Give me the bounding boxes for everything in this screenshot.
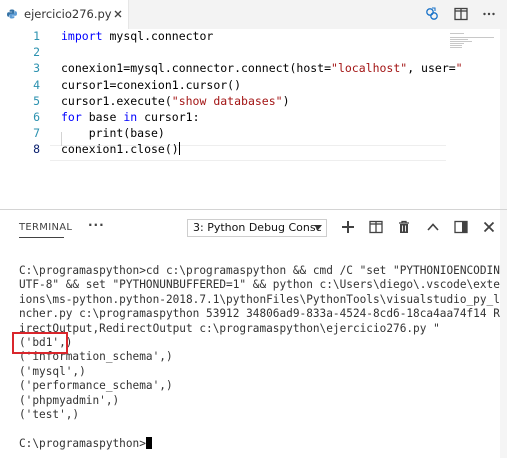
code-token: print(base) (61, 126, 165, 141)
terminal-cursor (145, 436, 152, 449)
code-line[interactable]: print(base) (61, 126, 165, 140)
close-icon[interactable] (112, 8, 124, 20)
terminal-line: irectOutput,RedirectOutput c:\programasp… (19, 322, 494, 336)
terminal-line: C:\programaspython> (19, 436, 494, 451)
terminal-select-value: 3: Python Debug Consc (193, 221, 322, 234)
terminal-line-text: ('test',) (19, 407, 80, 421)
code-token: cursor1=conexion1.cursor() (61, 77, 242, 92)
terminal-line-text: UTF-8" && set "PYTHONUNBUFFERED=1" && py… (19, 278, 507, 292)
keyword-token: for (61, 110, 82, 124)
line-number: 7 (33, 126, 40, 141)
code-line[interactable]: import mysql.connector (61, 29, 213, 43)
line-number: 1 (33, 29, 40, 43)
tab-filename: ejercicio276.py (24, 7, 112, 21)
editor-tab-bar: ejercicio276.py (0, 0, 507, 29)
terminal-line-text: C:\programaspython>cd c:\programaspython… (19, 264, 507, 277)
keyword-token: in (123, 110, 138, 124)
chevron-up-icon[interactable] (426, 220, 440, 234)
line-number: 2 (33, 45, 40, 60)
more-actions-icon[interactable] (482, 7, 496, 21)
terminal-line: ('mysql',) (19, 365, 494, 379)
code-line[interactable]: for base in cursor1: (61, 110, 200, 124)
terminal-line: ('information_schema',) (19, 350, 494, 364)
python-file-icon (7, 9, 17, 19)
editor-scrollbar[interactable] (500, 29, 507, 209)
terminal-select[interactable]: 3: Python Debug Consc (187, 219, 327, 237)
active-tab-indicator (19, 237, 64, 238)
line-number: 8 (33, 142, 40, 157)
terminal-line-text: ncher.py c:\programaspython 53912 34806a… (19, 307, 507, 321)
keyword-token: import (61, 29, 103, 43)
code-editor[interactable]: 1 2345 6 78 import mysql.connector conexion1… (0, 29, 507, 209)
terminal-line: ions\ms-python.python-2018.7.1\pythonFil… (19, 293, 507, 307)
new-terminal-icon[interactable] (341, 220, 355, 234)
panel-more-icon[interactable]: ··· (88, 218, 105, 232)
code-token: conexion1.close() (61, 142, 179, 157)
editor-tab[interactable]: ejercicio276.py (0, 0, 129, 29)
panel-tab-terminal[interactable]: TERMINAL (19, 222, 72, 233)
terminal-line: UTF-8" && set "PYTHONUNBUFFERED=1" && py… (19, 278, 507, 292)
open-changes-icon[interactable] (425, 7, 439, 21)
trash-icon[interactable] (397, 220, 411, 234)
code-line[interactable]: cursor1=conexion1.cursor() (61, 78, 241, 92)
code-token: conexion1=mysql.connector.connect(host= (61, 61, 332, 76)
terminal-line-text: ('phpmyadmin',) (19, 393, 120, 407)
toggle-panel-icon[interactable] (454, 220, 468, 234)
line-number: 4 (33, 77, 40, 92)
code-token: ) (282, 93, 290, 108)
code-token: cursor1: (137, 110, 200, 124)
code-line[interactable]: conexion1.close() (61, 142, 180, 156)
terminal-line: ('bd1',) (19, 336, 494, 350)
string-token: "localhost" (331, 61, 408, 76)
string-token: "show databases" (171, 93, 283, 108)
minimap[interactable] (446, 29, 500, 209)
close-panel-icon[interactable] (482, 220, 496, 234)
line-number: 6 (33, 110, 40, 124)
terminal-output[interactable]: C:\programaspython>cd c:\programaspython… (19, 264, 507, 451)
line-number: 3 (33, 61, 40, 76)
text-cursor (178, 142, 180, 156)
terminal-line-text: C:\programaspython> (19, 436, 146, 450)
terminal-panel: TERMINAL ··· 3: Python Debug Consc C:\pr… (0, 209, 507, 458)
code-token: cursor1.execute( (61, 93, 172, 108)
code-token: mysql.connector (102, 29, 214, 43)
terminal-scrollbar[interactable] (500, 210, 507, 458)
line-number: 5 (33, 93, 40, 108)
terminal-line-text: ions\ms-python.python-2018.7.1\pythonFil… (19, 292, 507, 306)
code-line[interactable]: cursor1.execute("show databases") (61, 94, 290, 108)
split-editor-icon[interactable] (454, 7, 468, 21)
terminal-line: ncher.py c:\programaspython 53912 34806a… (19, 307, 507, 321)
code-token: base (81, 110, 124, 124)
split-terminal-icon[interactable] (369, 220, 383, 234)
terminal-line-text: ('mysql',) (19, 364, 86, 378)
annotation-highlight-box (12, 332, 68, 354)
terminal-line: ('test',) (19, 408, 494, 422)
code-line[interactable]: conexion1=mysql.connector.connect(host="… (61, 61, 463, 75)
terminal-line: ('phpmyadmin',) (19, 394, 494, 408)
chevron-down-icon (314, 225, 322, 230)
terminal-line: C:\programaspython>cd c:\programaspython… (19, 264, 507, 278)
terminal-line: ('performance_schema',) (19, 379, 494, 393)
terminal-line-text: ('performance_schema',) (19, 379, 173, 393)
terminal-line-text: irectOutput,RedirectOutput c:\programasp… (19, 321, 440, 335)
